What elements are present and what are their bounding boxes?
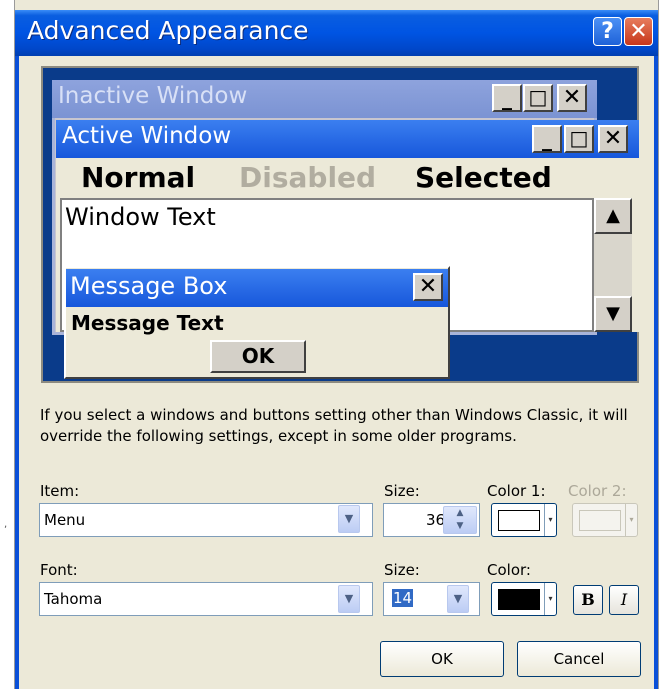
size-spinner[interactable]: ▲ ▼: [443, 506, 477, 534]
font-size-label: Size:: [384, 561, 420, 579]
message-box-ok-button[interactable]: OK: [210, 340, 306, 373]
font-color-label: Color:: [487, 561, 531, 579]
dialog-right-frame: [654, 56, 658, 689]
color2-swatch: [579, 510, 621, 531]
chevron-down-icon[interactable]: ▼: [338, 505, 360, 533]
close-icon: ✕: [629, 19, 648, 44]
item-size-label: Size:: [384, 482, 420, 500]
active-window-titlebar[interactable]: Active Window _ □ ✕: [56, 120, 639, 158]
color2-label: Color 2:: [568, 482, 627, 500]
font-color-swatch: [498, 589, 540, 610]
inactive-maximize-icon: □: [523, 84, 553, 112]
bold-button[interactable]: B: [573, 585, 603, 615]
font-select-value: Tahoma: [44, 590, 103, 608]
message-box-close-icon: ✕: [413, 273, 443, 301]
menu-normal-item[interactable]: Normal: [81, 161, 195, 194]
active-maximize-icon: □: [564, 125, 594, 153]
color1-dropdown-icon: ▾: [544, 504, 556, 536]
font-color-dropdown-icon: ▾: [544, 583, 556, 615]
chevron-down-icon[interactable]: ▼: [447, 585, 469, 613]
active-close-icon: ✕: [598, 125, 628, 153]
ok-button[interactable]: OK: [380, 641, 504, 677]
close-button[interactable]: ✕: [624, 17, 653, 46]
help-icon: ?: [601, 19, 614, 44]
italic-button[interactable]: I: [609, 585, 639, 615]
color1-label: Color 1:: [487, 482, 546, 500]
scroll-down-icon[interactable]: ▼: [594, 296, 632, 332]
inactive-minimize-icon: _: [492, 84, 522, 112]
color2-dropdown-icon: ▾: [625, 504, 637, 536]
message-box-title: Message Box: [70, 272, 228, 300]
font-color-picker-button[interactable]: ▾: [491, 582, 557, 616]
color1-picker-button[interactable]: ▾: [491, 503, 557, 537]
info-text: If you select a windows and buttons sett…: [40, 406, 628, 445]
cancel-button[interactable]: Cancel: [517, 641, 641, 677]
inactive-close-icon: ✕: [557, 84, 587, 112]
message-box-titlebar[interactable]: Message Box ✕: [66, 269, 448, 307]
spin-up-icon[interactable]: ▲: [444, 507, 476, 520]
font-size-value: 14: [392, 589, 414, 607]
item-select[interactable]: Menu: [39, 503, 373, 537]
inactive-window-title: Inactive Window: [58, 83, 248, 109]
help-button[interactable]: ?: [593, 17, 622, 46]
menu-selected-item[interactable]: Selected: [415, 161, 552, 194]
dialog-titlebar[interactable]: Advanced Appearance ? ✕: [15, 10, 658, 56]
menu-disabled-item[interactable]: Disabled: [239, 161, 376, 194]
window-text-label: Window Text: [65, 203, 216, 231]
item-select-value: Menu: [44, 511, 86, 529]
item-label: Item:: [40, 482, 80, 500]
dialog-title: Advanced Appearance: [27, 16, 309, 45]
color1-swatch: [498, 510, 540, 531]
stray-mark: ,: [4, 519, 8, 530]
dialog-left-frame: [15, 56, 19, 689]
active-minimize-icon: _: [532, 125, 562, 153]
message-text: Message Text: [71, 311, 224, 335]
preview-menu-bar[interactable]: Normal Disabled Selected: [56, 158, 639, 198]
color2-picker-button: ▾: [572, 503, 638, 537]
preview-scrollbar[interactable]: ▲ ▼: [594, 198, 632, 332]
font-select[interactable]: Tahoma: [39, 582, 373, 616]
inactive-window-titlebar[interactable]: Inactive Window _ □ ✕: [52, 80, 597, 118]
font-label: Font:: [40, 561, 78, 579]
scroll-up-icon[interactable]: ▲: [594, 198, 632, 234]
chevron-down-icon[interactable]: ▼: [338, 585, 360, 613]
active-window-title: Active Window: [62, 123, 232, 149]
spin-down-icon[interactable]: ▼: [444, 520, 476, 533]
page-right-border: [658, 0, 659, 689]
